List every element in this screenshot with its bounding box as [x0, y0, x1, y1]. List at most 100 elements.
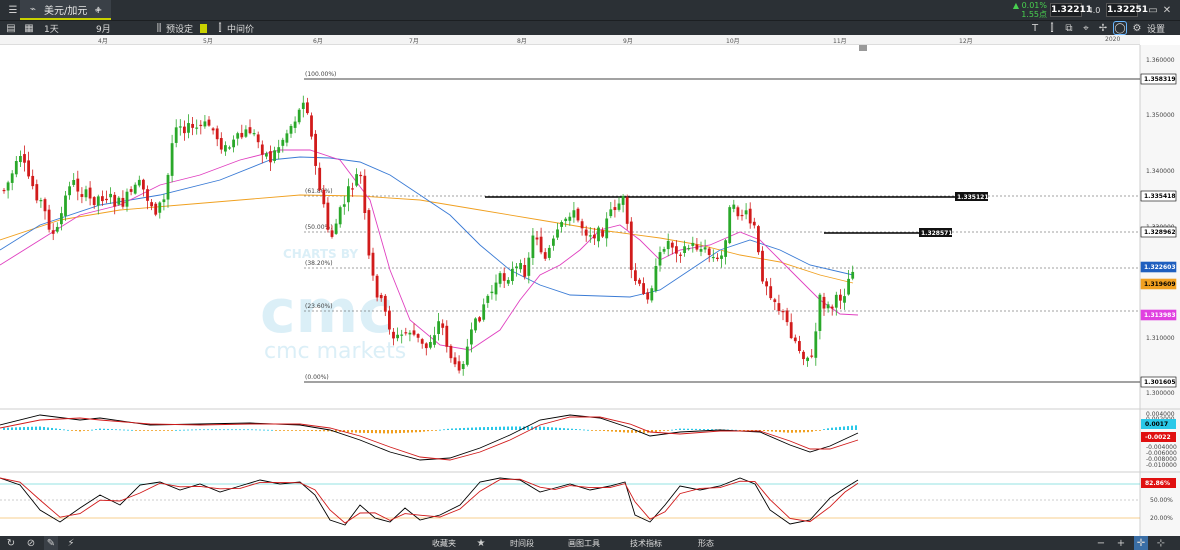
candle-body — [424, 343, 428, 349]
macd-histogram-bar — [563, 428, 565, 430]
star-button[interactable]: ★ — [474, 536, 488, 550]
event-marker[interactable] — [859, 45, 867, 51]
candle-body — [334, 223, 338, 234]
candle-body — [675, 246, 678, 254]
macd-histogram-bar — [3, 427, 5, 430]
zoom-out-icon[interactable]: − — [1094, 536, 1108, 550]
candle-body — [461, 363, 465, 369]
macd-histogram-bar — [795, 430, 797, 433]
macd-histogram-bar — [371, 430, 373, 434]
macd-histogram-bar — [443, 429, 445, 431]
macd-line — [0, 414, 859, 461]
cursor-icon[interactable]: ⌖ — [1079, 21, 1093, 35]
candle-body — [839, 294, 842, 301]
macd-histogram-bar — [119, 429, 121, 431]
list-button[interactable]: ▦ — [22, 21, 36, 35]
macd-histogram-bar — [607, 430, 609, 432]
macd-histogram-bar — [51, 427, 53, 430]
candle-body — [285, 133, 289, 143]
candle-body — [379, 294, 383, 299]
macd-histogram-bar — [11, 427, 13, 430]
settings-label[interactable]: 设置 — [1147, 22, 1165, 35]
buy-price[interactable]: 1.32251 — [1106, 3, 1148, 17]
candle-body — [851, 271, 855, 279]
macd-histogram-bar — [483, 427, 485, 430]
macd-histogram-bar — [583, 429, 585, 431]
macd-histogram-bar — [543, 426, 545, 430]
macd-histogram-bar — [223, 429, 225, 431]
magic-icon[interactable]: ⚡ — [64, 536, 78, 550]
settings-icon[interactable]: ⚙ — [1130, 21, 1144, 35]
candle-body — [80, 194, 84, 197]
crosshair-toggle-icon[interactable]: ✛ — [1134, 536, 1148, 550]
fit-icon[interactable]: ⊹ — [1154, 536, 1168, 550]
indicators-button[interactable]: 技术指标 — [630, 536, 662, 550]
interval-select[interactable]: 1天 — [44, 21, 59, 35]
watchlist-button[interactable]: 收藏夹 — [432, 536, 456, 550]
price-type-select[interactable]: ⫿ 中间价 — [200, 21, 254, 35]
macd-histogram-bar — [423, 430, 425, 432]
pencil-icon[interactable]: ✎ — [44, 536, 58, 550]
price-tick: 1.300000 — [1146, 390, 1175, 397]
copy-icon[interactable]: ⧉ — [1062, 21, 1076, 35]
macd-histogram-bar — [479, 427, 481, 430]
minimize-icon[interactable]: ▭ — [1146, 3, 1160, 17]
candle-body — [178, 126, 182, 128]
refresh-icon[interactable]: ↻ — [4, 536, 18, 550]
candle-body — [342, 204, 346, 207]
time-tick: 8月 — [517, 38, 527, 45]
candle-body — [761, 250, 764, 282]
candle-body — [789, 322, 793, 339]
change-pts: 1.55点 — [1021, 10, 1047, 19]
candle-body — [515, 266, 518, 269]
price-tag-text: 1.322603 — [1144, 264, 1176, 271]
candle-body — [129, 189, 133, 192]
candle-body — [191, 123, 194, 128]
ban-icon[interactable]: ⊘ — [24, 536, 38, 550]
preset-button[interactable]: ⫼ 预设定 — [152, 21, 193, 35]
menu-icon: ☰ — [8, 4, 18, 16]
patterns-button[interactable]: 形态 — [698, 536, 714, 550]
layout-button[interactable]: ▤ — [4, 21, 18, 35]
candle-body — [445, 325, 449, 347]
candle-body — [31, 175, 35, 187]
candle-body — [43, 199, 47, 212]
macd-histogram-bar — [783, 430, 785, 433]
inline-price-text: 1.328571 — [921, 230, 953, 237]
macd-histogram-bar — [127, 429, 129, 431]
macd-histogram-bar — [155, 430, 157, 431]
sell-price[interactable]: 1.32211 — [1050, 3, 1092, 17]
timeframe-button[interactable]: 时间段 — [510, 536, 534, 550]
macd-histogram-bar — [135, 430, 137, 431]
drawing-tools-button[interactable]: 画图工具 — [568, 536, 600, 550]
macd-histogram-bar — [555, 427, 557, 430]
zoom-in-icon[interactable]: + — [1114, 536, 1128, 550]
time-tick: 2020 — [1105, 36, 1121, 43]
candle-body — [560, 222, 563, 227]
candle-body — [691, 242, 695, 246]
candle-body — [137, 179, 141, 186]
macd-histogram-bar — [91, 429, 93, 431]
candle-body — [457, 361, 461, 371]
period-select[interactable]: 9月 — [96, 21, 111, 35]
candle-body — [404, 332, 408, 334]
close-icon[interactable]: ✕ — [1160, 3, 1174, 17]
macd-histogram-bar — [355, 430, 357, 433]
price-tick: 1.360000 — [1146, 57, 1175, 64]
candle-body — [486, 295, 490, 303]
macd-histogram-bar — [379, 430, 381, 434]
macd-histogram-bar — [855, 425, 857, 430]
new-tab-button[interactable]: + — [88, 0, 108, 20]
time-tick: 6月 — [313, 38, 323, 45]
candle-body — [19, 156, 22, 163]
grid-icon[interactable]: ⫿ — [1045, 21, 1059, 35]
macd-histogram-bar — [775, 430, 777, 432]
oval-icon[interactable]: ◯ — [1113, 21, 1127, 35]
candle-body — [330, 230, 334, 237]
crosshair-icon[interactable]: ✢ — [1096, 21, 1110, 35]
price-chart[interactable]: CHARTS BY cmc cmc markets (100.00%)(61.8… — [0, 45, 1180, 536]
candle-body — [388, 310, 391, 330]
text-icon[interactable]: T — [1028, 21, 1042, 35]
layout-icon: ▤ — [6, 22, 16, 34]
candle-body — [453, 357, 457, 365]
